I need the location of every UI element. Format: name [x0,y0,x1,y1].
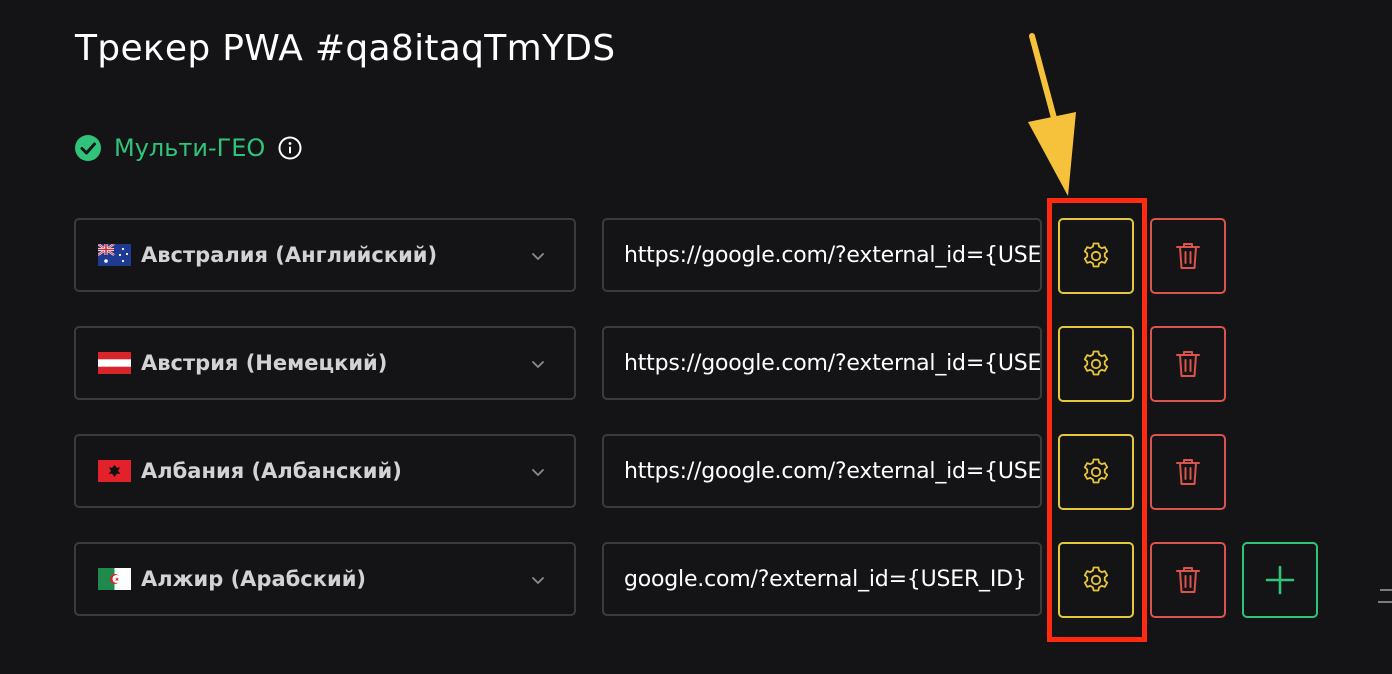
country-label: Австрия (Немецкий) [141,351,388,375]
country-label: Алжир (Арабский) [141,567,367,591]
url-value: https://google.com/?external_id={USER_ID… [624,242,1042,268]
australia-flag-icon [98,244,131,266]
page-title: Трекер PWA #qa8itaqTmYDS [75,28,616,69]
gear-icon [1083,242,1109,268]
multigeo-label: Мульти-ГЕО [114,134,266,162]
redirect-url-input[interactable]: https://google.com/?external_id={USER_ID… [602,326,1042,400]
country-label: Австралия (Английский) [141,243,438,267]
albania-flag-icon [98,460,131,482]
country-select[interactable]: Австрия (Немецкий) [74,326,576,400]
chevron-down-icon [532,253,544,260]
check-circle-icon [75,135,101,161]
delete-button[interactable] [1150,542,1226,618]
info-icon[interactable] [277,135,303,161]
url-value: https://google.com/?external_id={USER_ID… [624,350,1042,376]
settings-button[interactable] [1058,542,1134,618]
url-value: google.com/?external_id={USER_ID} [624,566,1027,592]
austria-flag-icon [98,352,131,374]
country-select[interactable]: Албания (Албанский) [74,434,576,508]
gear-icon [1083,350,1109,376]
geo-row: Албания (Албанский) https://google.com/?… [0,434,1392,510]
settings-button[interactable] [1058,434,1134,510]
url-value: https://google.com/?external_id={USER_ID… [624,458,1042,484]
gear-icon [1083,458,1109,484]
edge-mark [1378,589,1392,603]
trash-icon [1176,567,1200,593]
add-geo-button[interactable] [1242,542,1318,618]
country-label: Албания (Албанский) [141,459,402,483]
settings-button[interactable] [1058,218,1134,294]
country-select[interactable]: Алжир (Арабский) [74,542,576,616]
trash-icon [1176,243,1200,269]
redirect-url-input[interactable]: google.com/?external_id={USER_ID} [602,542,1042,616]
trash-icon [1176,351,1200,377]
geo-row: Австралия (Английский) https://google.co… [0,218,1392,294]
delete-button[interactable] [1150,434,1226,510]
chevron-down-icon [532,361,544,368]
geo-row: Алжир (Арабский) google.com/?external_id… [0,542,1392,618]
delete-button[interactable] [1150,218,1226,294]
geo-row: Австрия (Немецкий) https://google.com/?e… [0,326,1392,402]
multigeo-status: Мульти-ГЕО [74,131,303,165]
annotation-arrow-icon [1028,33,1076,196]
plus-icon [1265,565,1295,595]
gear-icon [1083,566,1109,592]
redirect-url-input[interactable]: https://google.com/?external_id={USER_ID… [602,434,1042,508]
trash-icon [1176,459,1200,485]
algeria-flag-icon [98,568,131,590]
delete-button[interactable] [1150,326,1226,402]
chevron-down-icon [532,577,544,584]
chevron-down-icon [532,469,544,476]
settings-button[interactable] [1058,326,1134,402]
redirect-url-input[interactable]: https://google.com/?external_id={USER_ID… [602,218,1042,292]
country-select[interactable]: Австралия (Английский) [74,218,576,292]
